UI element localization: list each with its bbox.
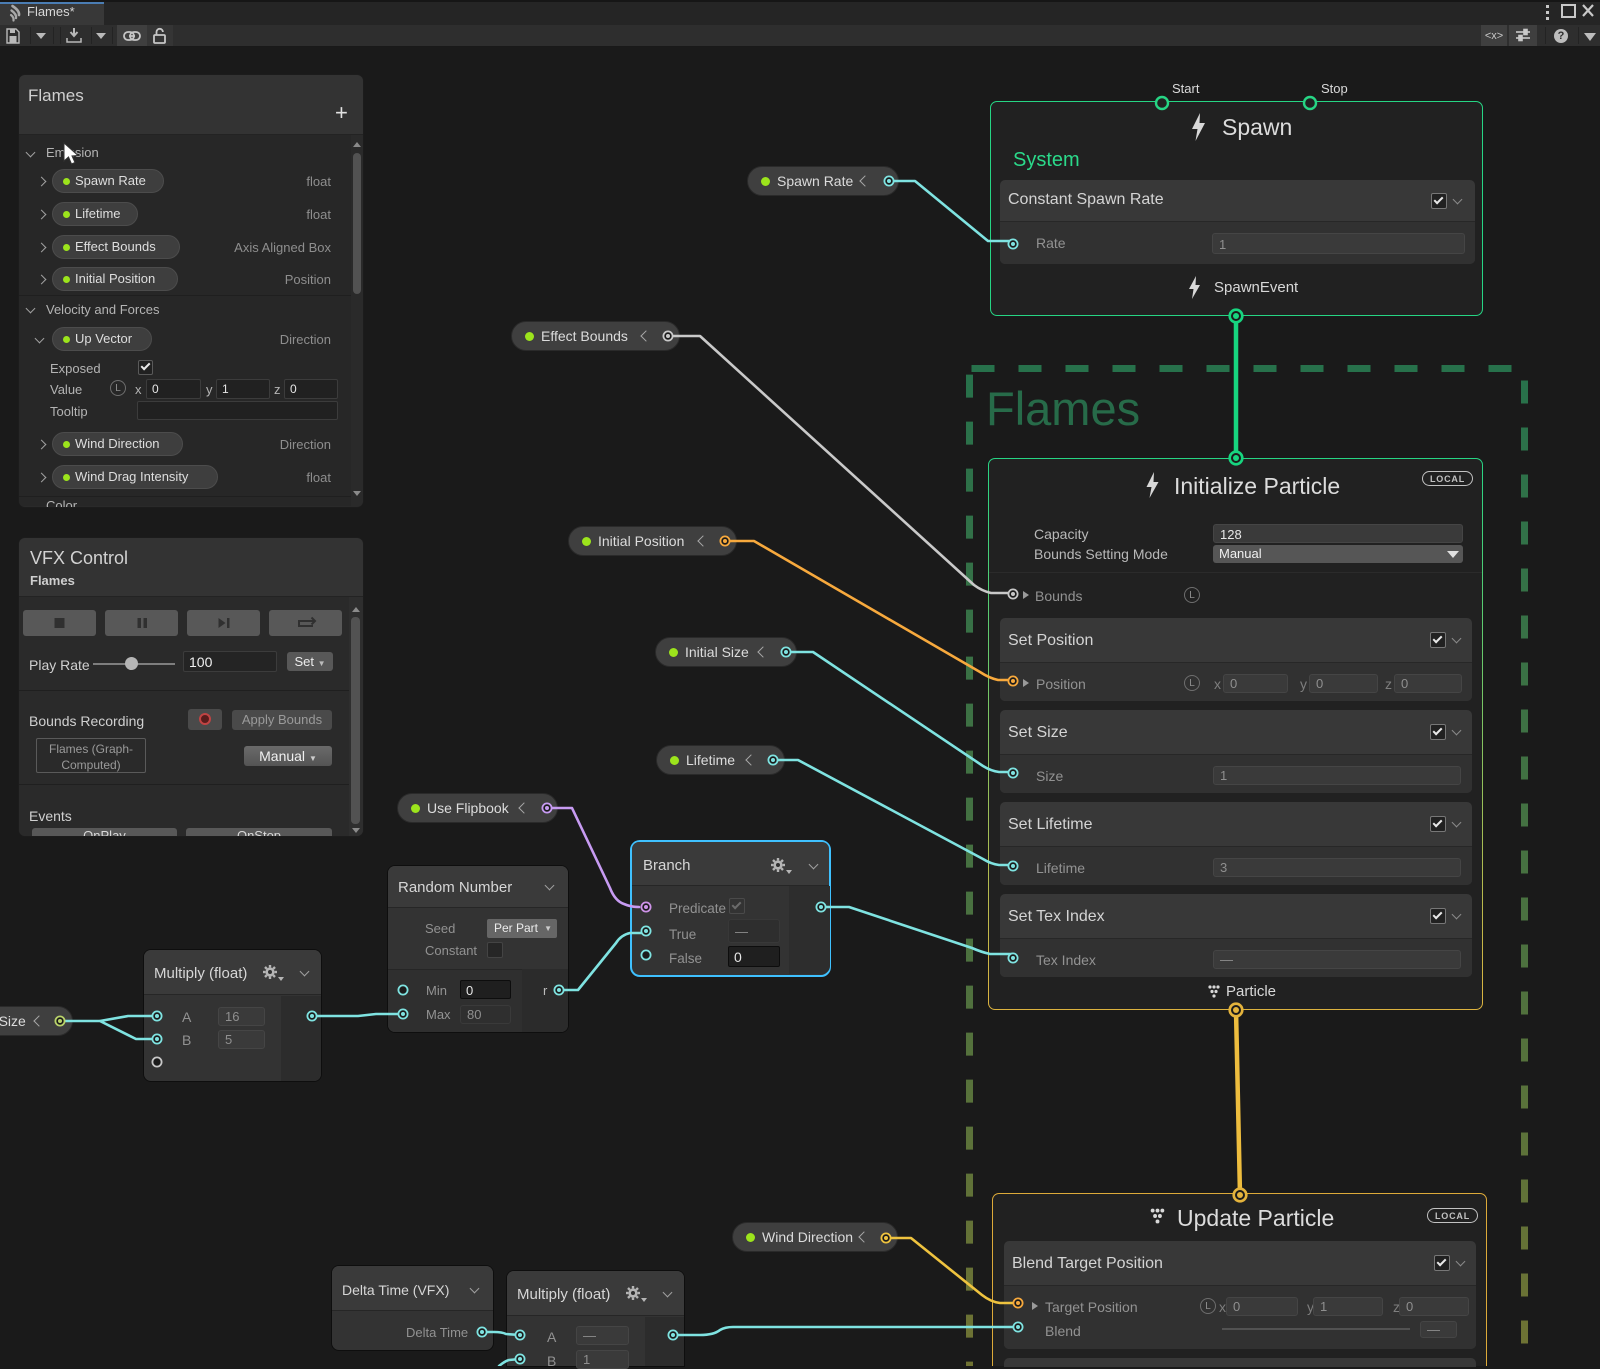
svg-text:Flames: Flames [986,382,1140,435]
